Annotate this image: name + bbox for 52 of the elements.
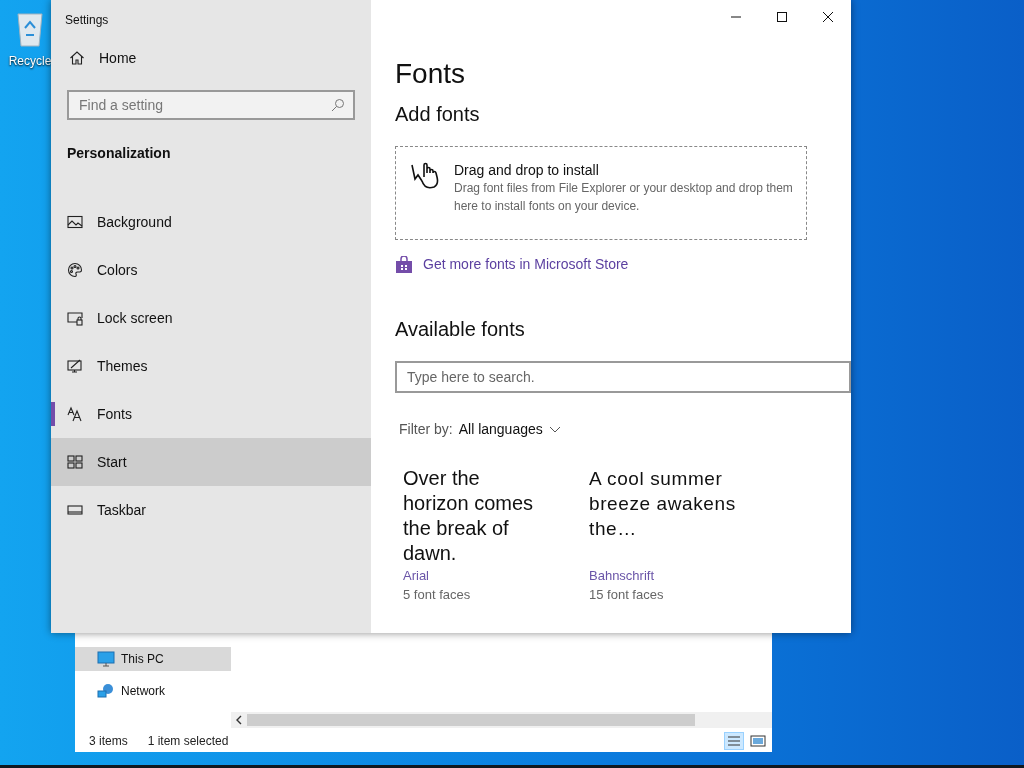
network-icon [97, 683, 115, 699]
scroll-left-icon[interactable] [236, 715, 242, 725]
screen-lock-icon [67, 310, 83, 326]
maximize-icon [777, 12, 787, 22]
status-text: 3 items [89, 733, 128, 750]
drop-zone-description: Drag font files from File Explorer or your desktop and drop them here to install fonts on your device. [454, 180, 794, 215]
font-faces-count: 5 font faces [403, 586, 472, 604]
search-field[interactable]: Find a setting [67, 90, 355, 120]
sidebar-item[interactable]: Lock screen [51, 294, 371, 342]
font-name: Arial [403, 567, 430, 585]
home-item[interactable]: Home [51, 34, 371, 82]
sidebar-item[interactable]: Background [51, 198, 371, 246]
tiles-icon [67, 454, 83, 470]
details-view-icon[interactable] [724, 732, 744, 750]
drop-zone-title: Drag and drop to install [454, 161, 600, 179]
font-name: Bahnschrift [589, 567, 656, 585]
font-faces-count: 15 font faces [589, 586, 665, 604]
taskbar-icon [67, 502, 83, 518]
sidebar-item[interactable]: Taskbar [51, 486, 371, 534]
explorer-nav-item[interactable]: Network [75, 679, 231, 703]
horizontal-scrollbar[interactable] [231, 712, 772, 728]
drop-zone[interactable]: Drag and drop to install Drag font files from File Explorer or your desktop and drop them here to install fonts on your device. [395, 146, 807, 240]
sidebar-item[interactable]: Start [51, 438, 371, 486]
chevron-down-icon [548, 425, 561, 434]
palette-icon [67, 262, 83, 278]
monitor-icon [97, 651, 115, 667]
scrollbar-thumb[interactable] [247, 714, 695, 726]
font-search-field[interactable]: Type here to search. [395, 361, 851, 393]
picture-icon [67, 214, 83, 230]
status-text: 1 item selected [147, 733, 229, 750]
sidebar-item[interactable]: Fonts [51, 390, 371, 438]
close-icon [823, 12, 833, 22]
font-preview: A cool summer breeze awakens the… [589, 467, 737, 541]
explorer-nav-item[interactable]: This PC [75, 647, 231, 671]
section-heading: Add fonts [395, 102, 481, 127]
search-icon[interactable] [331, 98, 345, 112]
sidebar-item[interactable]: Themes [51, 342, 371, 390]
language-filter[interactable]: Filter by: All languages [399, 419, 827, 440]
shopping-bag-icon [395, 255, 413, 274]
font-card[interactable]: A cool summer breeze awakens the… Bahnschrift 15 font faces [589, 466, 737, 604]
thumbnail-view-icon[interactable] [748, 732, 768, 750]
monitor-brush-icon [67, 358, 83, 374]
home-icon [69, 50, 85, 66]
font-card[interactable]: Over the horizon comes the break of dawn. Arial 5 font faces [403, 466, 551, 604]
page-title: Fonts [395, 57, 467, 91]
section-heading: Personalization [66, 144, 172, 163]
font-icon [67, 406, 83, 422]
font-preview: Over the horizon comes the break of dawn. [403, 466, 535, 566]
sidebar-item[interactable]: Colors [51, 246, 371, 294]
section-heading: Available fonts [395, 317, 526, 342]
store-link[interactable]: Get more fonts in Microsoft Store [395, 254, 827, 275]
window-title: Settings [64, 12, 110, 29]
